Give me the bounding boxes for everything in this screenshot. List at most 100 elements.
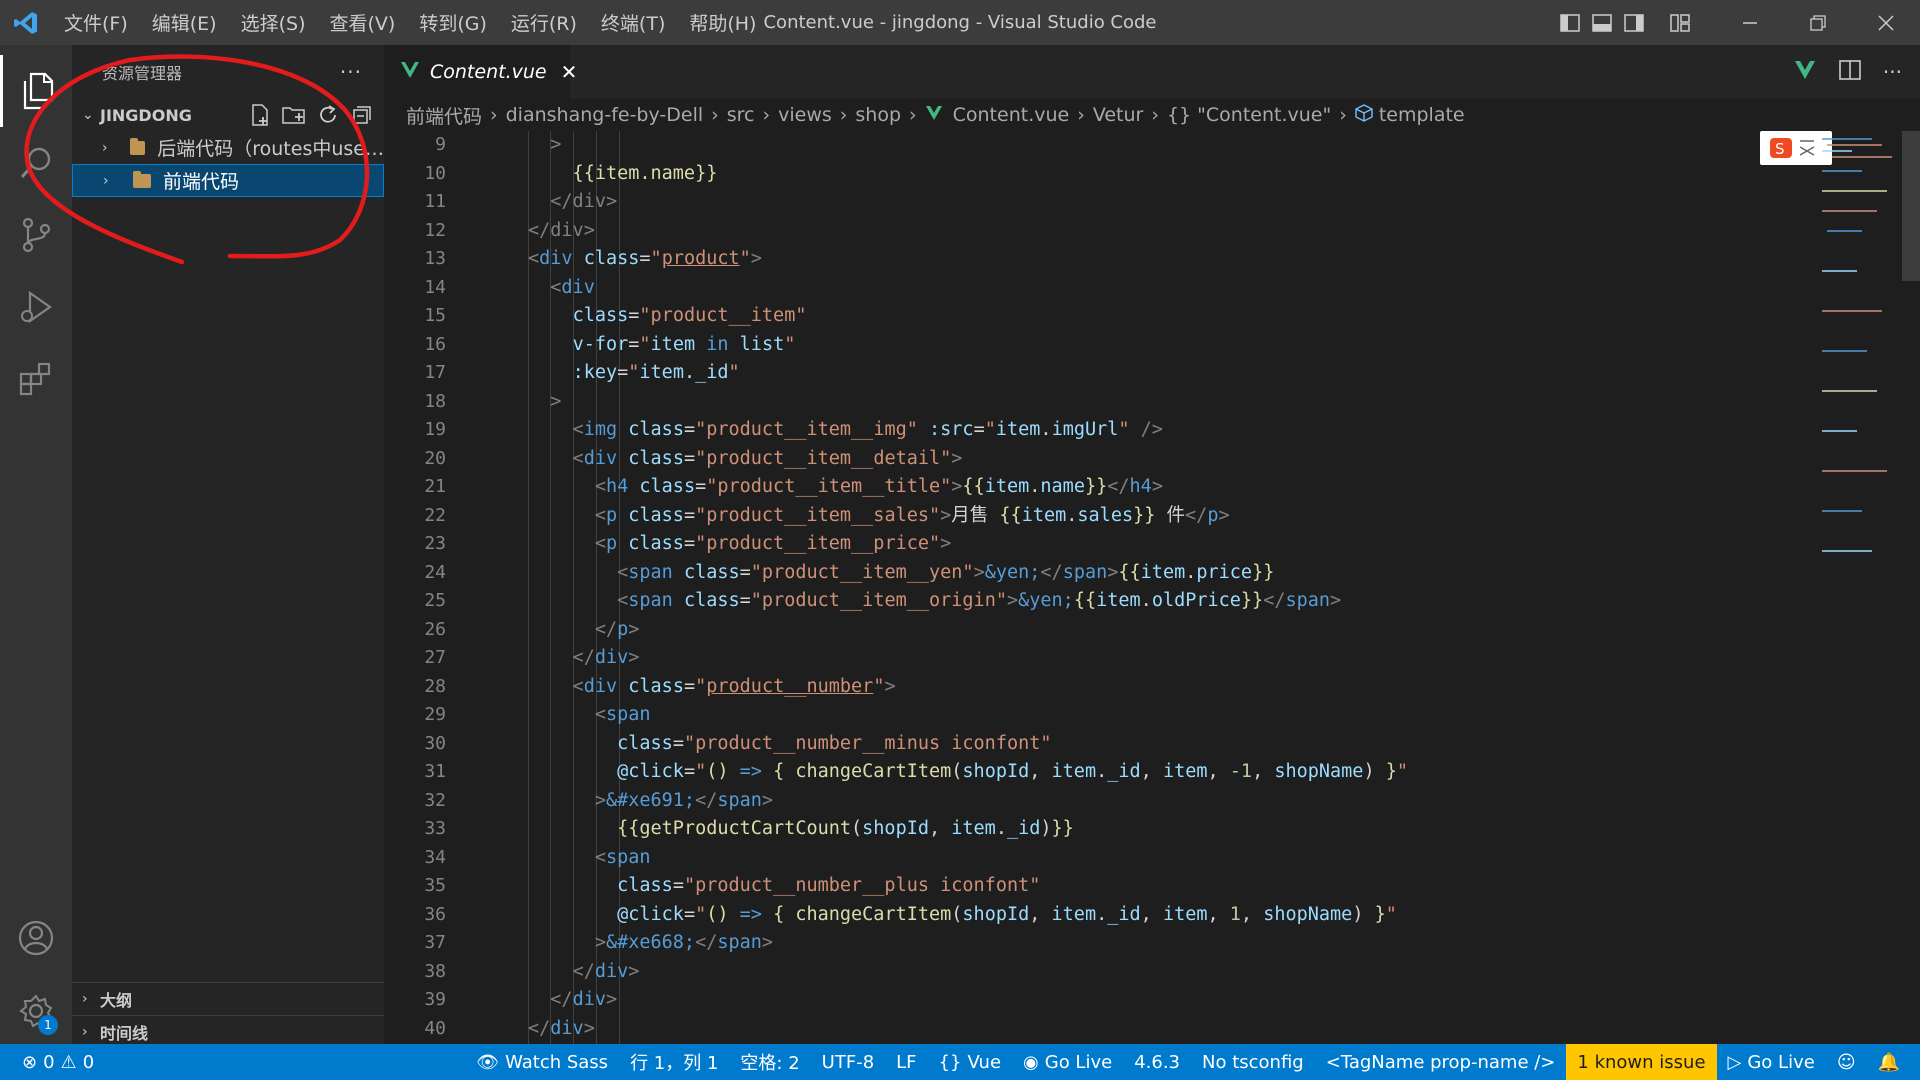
code-line[interactable]: <img class="product__item__img" :src="it… <box>528 416 1408 445</box>
tree-item-backend-folder[interactable]: › 后端代码（routes中use… <box>72 131 384 164</box>
go-live-button-2[interactable]: ▷ Go Live <box>1717 1044 1826 1080</box>
typescript-version[interactable]: 4.6.3 <box>1123 1044 1191 1080</box>
code-line[interactable]: </div> <box>528 644 1408 673</box>
search-icon[interactable] <box>0 127 72 199</box>
code-line[interactable]: {{getProductCartCount(shopId, item._id)}… <box>528 815 1408 844</box>
code-line[interactable]: <div <box>528 274 1408 303</box>
code-line[interactable]: @click="() => { changeCartItem(shopId, i… <box>528 901 1408 930</box>
broadcast-icon: ◉ <box>1023 1051 1039 1073</box>
toggle-primary-sidebar-icon[interactable] <box>1554 0 1586 45</box>
workspace-root[interactable]: ⌄ JINGDONG <box>72 99 384 131</box>
tagname-case[interactable]: <TagName prop-name /> <box>1315 1044 1567 1080</box>
watch-sass-button[interactable]: 👁 Watch Sass <box>465 1044 619 1080</box>
encoding[interactable]: UTF-8 <box>811 1044 885 1080</box>
breadcrumb-item[interactable]: dianshang-fe-by-Dell <box>506 104 704 126</box>
code-line[interactable]: v-for="item in list" <box>528 331 1408 360</box>
outline-section[interactable]: › 大纲 <box>72 982 384 1015</box>
code-line[interactable]: </div> <box>528 188 1408 217</box>
explorer-sidebar: 资源管理器 ··· ⌄ JINGDONG › 后端代码（routes中use… … <box>72 45 384 1044</box>
more-editor-actions-icon[interactable]: ··· <box>1883 60 1902 84</box>
code-line[interactable]: <h4 class="product__item__title">{{item.… <box>528 473 1408 502</box>
menu-edit[interactable]: 编辑(E) <box>140 9 229 36</box>
toggle-panel-icon[interactable] <box>1586 0 1618 45</box>
code-line[interactable]: <p class="product__item__sales">月售 {{ite… <box>528 502 1408 531</box>
code-line[interactable]: <span class="product__item__yen">&yen;</… <box>528 559 1408 588</box>
language-mode[interactable]: {} Vue <box>928 1044 1012 1080</box>
known-issue-badge[interactable]: 1 known issue <box>1566 1044 1717 1080</box>
close-tab-icon[interactable]: ✕ <box>561 60 578 84</box>
code-line[interactable]: <div class="product__item__detail"> <box>528 445 1408 474</box>
code-line[interactable]: </div> <box>528 986 1408 1015</box>
code-line[interactable]: class="product__item" <box>528 302 1408 331</box>
menu-go[interactable]: 转到(G) <box>407 9 499 36</box>
breadcrumb-item[interactable]: Content.vue <box>953 104 1070 126</box>
extensions-icon[interactable] <box>0 343 72 415</box>
tab-content-vue[interactable]: Content.vue ✕ <box>384 45 577 99</box>
code-line[interactable]: class="product__number__plus iconfont" <box>528 872 1408 901</box>
collapse-all-icon[interactable] <box>350 103 374 127</box>
minimap[interactable] <box>1792 131 1902 1044</box>
restore-icon[interactable] <box>1784 0 1852 45</box>
end-of-line[interactable]: LF <box>885 1044 927 1080</box>
code-line[interactable]: <span <box>528 844 1408 873</box>
new-file-icon[interactable] <box>248 103 272 127</box>
breadcrumb-item[interactable]: shop <box>855 104 901 126</box>
breadcrumb-item[interactable]: views <box>778 104 832 126</box>
braces-icon: {} <box>938 1051 962 1073</box>
code-line[interactable]: <span class="product__item__origin">&yen… <box>528 587 1408 616</box>
new-folder-icon[interactable] <box>282 103 306 127</box>
customize-layout-icon[interactable] <box>1664 0 1696 45</box>
code-line[interactable]: :key="item._id" <box>528 359 1408 388</box>
notifications-bell-icon[interactable]: 🔔 <box>1867 1044 1920 1080</box>
problems-status[interactable]: ⊗ 0 ⚠ 0 <box>0 1044 105 1080</box>
code-line[interactable]: </div> <box>528 1015 1408 1044</box>
split-editor-icon[interactable] <box>1839 60 1861 84</box>
feedback-icon[interactable]: ☺ <box>1826 1044 1867 1080</box>
breadcrumb-item[interactable]: Vetur <box>1093 104 1144 126</box>
editor-scrollbar[interactable] <box>1902 131 1920 281</box>
code-line[interactable]: >&#xe691;</span> <box>528 787 1408 816</box>
code-line[interactable]: {{item.name}} <box>528 160 1408 189</box>
breadcrumb-item[interactable]: {} "Content.vue" <box>1167 104 1331 126</box>
toggle-secondary-sidebar-icon[interactable] <box>1618 0 1650 45</box>
vue-file-icon <box>925 104 943 126</box>
code-line[interactable]: </div> <box>528 958 1408 987</box>
code-editor[interactable]: 9 10 11 12 13 14 15 16 17 18 19 20 21 22… <box>384 131 1920 1044</box>
settings-gear-icon[interactable]: 1 <box>0 975 72 1047</box>
breadcrumb-item[interactable]: template <box>1379 104 1465 126</box>
tree-item-frontend-folder[interactable]: › 前端代码 <box>72 164 384 197</box>
refresh-icon[interactable] <box>316 103 340 127</box>
warning-icon: ⚠ <box>60 1051 77 1073</box>
code-line[interactable]: <div class="product__number"> <box>528 673 1408 702</box>
close-window-icon[interactable] <box>1852 0 1920 45</box>
breadcrumb-item[interactable]: src <box>727 104 755 126</box>
code-line[interactable]: </p> <box>528 616 1408 645</box>
menu-help[interactable]: 帮助(H) <box>677 9 768 36</box>
menu-view[interactable]: 查看(V) <box>318 9 408 36</box>
menu-file[interactable]: 文件(F) <box>52 9 140 36</box>
code-line[interactable]: <span <box>528 701 1408 730</box>
more-actions-button[interactable]: ··· <box>340 60 362 84</box>
menu-terminal[interactable]: 终端(T) <box>589 9 677 36</box>
go-live-button[interactable]: ◉ Go Live <box>1012 1044 1123 1080</box>
menu-selection[interactable]: 选择(S) <box>229 9 318 36</box>
tsconfig-status[interactable]: No tsconfig <box>1191 1044 1315 1080</box>
source-control-icon[interactable] <box>0 199 72 271</box>
explorer-icon[interactable] <box>0 55 72 127</box>
code-line[interactable]: @click="() => { changeCartItem(shopId, i… <box>528 758 1408 787</box>
code-line[interactable]: <p class="product__item__price"> <box>528 530 1408 559</box>
code-line[interactable]: <div class="product"> <box>528 245 1408 274</box>
menu-run[interactable]: 运行(R) <box>499 9 589 36</box>
cursor-position[interactable]: 行 1，列 1 <box>619 1044 729 1080</box>
code-line[interactable]: >&#xe668;</span> <box>528 929 1408 958</box>
indentation[interactable]: 空格: 2 <box>729 1044 810 1080</box>
minimize-icon[interactable] <box>1716 0 1784 45</box>
code-line[interactable]: > <box>528 131 1408 160</box>
code-line[interactable]: > <box>528 388 1408 417</box>
breadcrumb-item[interactable]: 前端代码 <box>406 102 482 129</box>
run-debug-icon[interactable] <box>0 271 72 343</box>
accounts-icon[interactable] <box>0 902 72 974</box>
code-line[interactable]: class="product__number__minus iconfont" <box>528 730 1408 759</box>
code-line[interactable]: </div> <box>528 217 1408 246</box>
vue-preview-icon[interactable] <box>1793 59 1817 85</box>
